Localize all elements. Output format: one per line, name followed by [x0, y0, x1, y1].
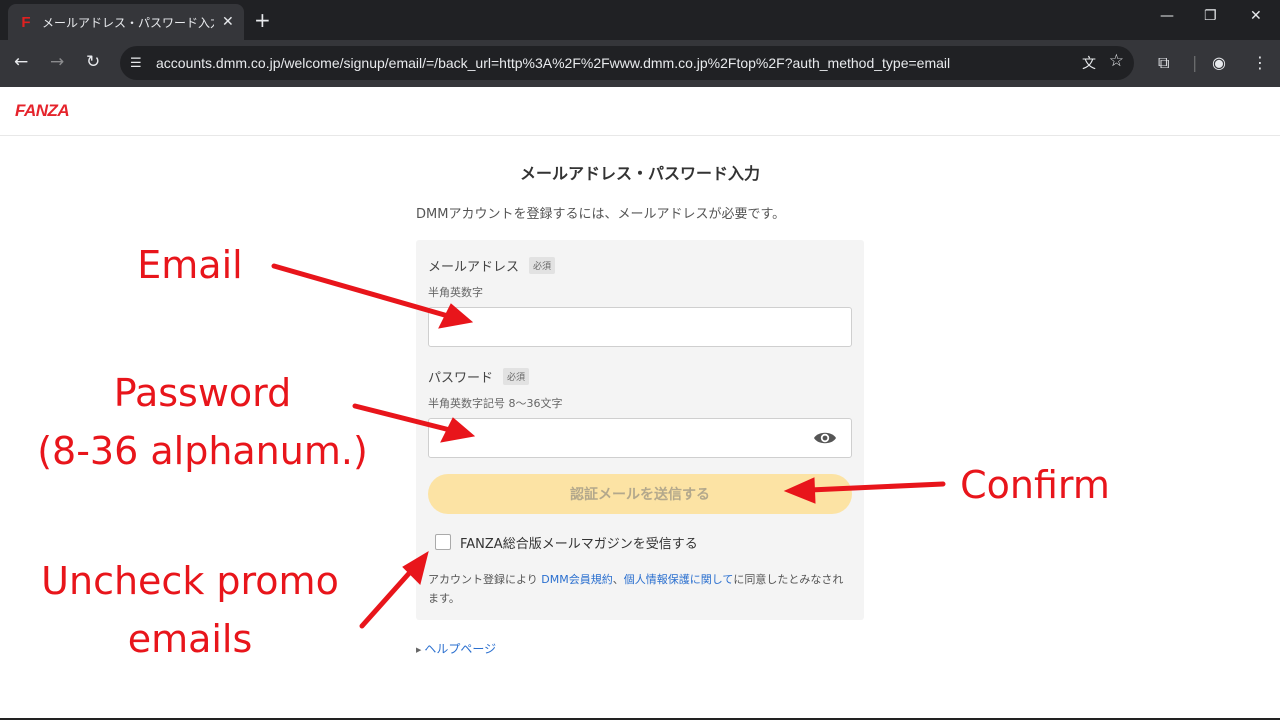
tab-close-icon[interactable]: ✕	[222, 14, 234, 30]
menu-icon[interactable]: ⋮	[1252, 53, 1268, 72]
signup-form: メールアドレス 必須 半角英数字 パスワード 必須 半角英数字記号 8〜36文字…	[416, 240, 864, 620]
toolbar-divider: |	[1192, 53, 1198, 72]
annotation-password-line2: (8-36 alphanum.)	[37, 429, 368, 473]
browser-tab[interactable]: F メールアドレス・パスワード入力 - FANZA ✕	[8, 4, 244, 40]
back-icon[interactable]: ←	[14, 52, 28, 72]
address-bar[interactable]: ☰ accounts.dmm.co.jp/welcome/signup/emai…	[120, 46, 1134, 80]
arrow-promo	[359, 567, 415, 629]
annotation-promo-line1: Uncheck promo	[41, 559, 339, 603]
reload-icon[interactable]: ↻	[86, 52, 100, 72]
show-password-eye-icon[interactable]	[813, 429, 837, 447]
bookmark-star-icon[interactable]: ☆	[1109, 51, 1124, 71]
triangle-right-icon: ▶	[416, 645, 422, 654]
send-verification-button[interactable]: 認証メールを送信する	[428, 474, 852, 514]
page-title: メールアドレス・パスワード入力	[519, 164, 760, 183]
newsletter-label[interactable]: FANZA総合版メールマガジンを受信する	[460, 533, 698, 552]
tab-title: メールアドレス・パスワード入力 - FANZA	[42, 15, 214, 30]
help-link[interactable]: ▶ ヘルプページ	[416, 640, 496, 657]
terms-text: アカウント登録により DMM会員規約、個人情報保護に関してに同意したとみなされま…	[428, 570, 852, 608]
url-text[interactable]: accounts.dmm.co.jp/welcome/signup/email/…	[156, 55, 950, 71]
terms-link[interactable]: DMM会員規約	[541, 573, 612, 586]
email-label: メールアドレス	[428, 260, 520, 275]
profile-icon[interactable]: ◉	[1212, 53, 1226, 72]
browser-toolbar: ← → ↻ ☰ accounts.dmm.co.jp/welcome/signu…	[0, 40, 1280, 87]
password-field[interactable]	[428, 418, 852, 458]
page-subtitle: DMMアカウントを登録するには、メールアドレスが必要です。	[416, 207, 786, 222]
password-label-row: パスワード 必須	[428, 367, 530, 386]
annotation-email: Email	[137, 243, 243, 287]
privacy-link[interactable]: 個人情報保護に関して	[624, 573, 734, 586]
annotation-password-line1: Password	[113, 371, 292, 415]
terms-separator: 、	[612, 573, 624, 586]
annotation-promo-line2: emails	[127, 617, 253, 661]
required-badge: 必須	[529, 257, 556, 274]
required-badge: 必須	[503, 368, 530, 385]
email-field[interactable]	[428, 307, 852, 347]
annotation-confirm: Confirm	[960, 463, 1110, 507]
email-label-row: メールアドレス 必須	[428, 256, 556, 275]
translate-icon[interactable]: 文	[1082, 53, 1096, 73]
restore-icon[interactable]: ❐	[1204, 8, 1217, 24]
password-label: パスワード	[428, 371, 494, 386]
tab-bar: F メールアドレス・パスワード入力 - FANZA ✕ + — ❐ ✕	[0, 0, 1280, 40]
fanza-favicon-icon: F	[21, 13, 31, 31]
help-label[interactable]: ヘルプページ	[424, 642, 496, 656]
password-hint: 半角英数字記号 8〜36文字	[428, 397, 563, 410]
email-hint: 半角英数字	[428, 286, 483, 299]
tab-search-icon[interactable]: ⧉	[1158, 53, 1169, 73]
window-close-icon[interactable]: ✕	[1250, 8, 1262, 24]
newsletter-checkbox[interactable]	[435, 534, 451, 550]
minimize-icon[interactable]: —	[1160, 8, 1174, 24]
terms-prefix: アカウント登録により	[428, 573, 542, 586]
forward-icon[interactable]: →	[50, 52, 64, 72]
tune-icon[interactable]: ☰	[130, 56, 146, 71]
site-header: FANZA	[0, 87, 1280, 136]
new-tab-icon[interactable]: +	[254, 8, 271, 32]
fanza-logo[interactable]: FANZA	[15, 101, 70, 121]
